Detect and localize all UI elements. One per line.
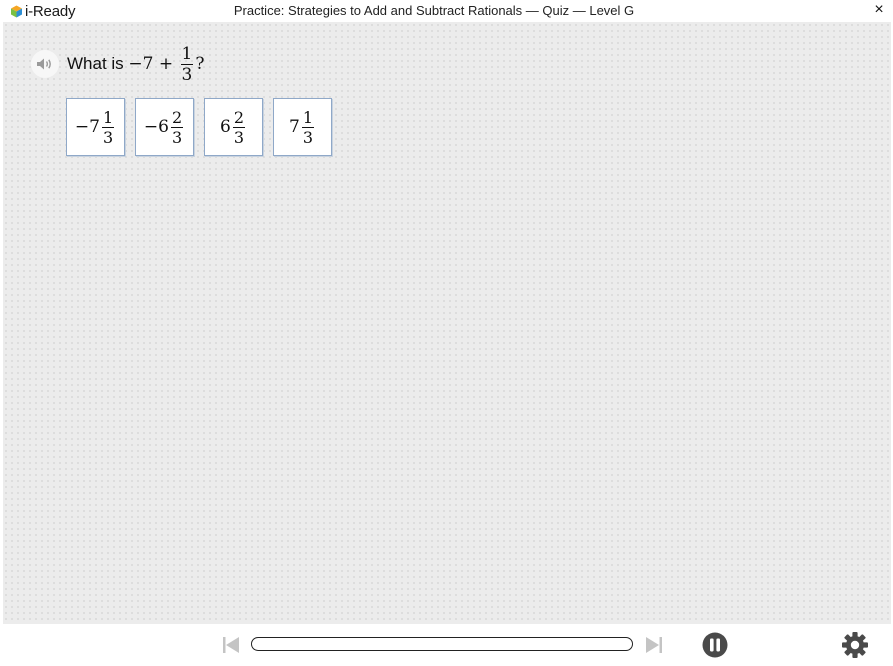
question-suffix: ? [195,54,205,74]
answer-choice-4[interactable]: 7 1 3 [273,98,332,156]
gear-icon[interactable] [841,631,869,659]
progress-bar [251,637,633,651]
skip-forward-icon[interactable] [644,635,664,655]
answer-fraction: 2 3 [170,107,184,147]
answer-fraction: 2 3 [232,107,245,147]
audio-button[interactable] [31,50,59,78]
answer-choice-3[interactable]: 6 2 3 [204,98,263,156]
fraction-numerator: 2 [233,107,244,127]
fraction-numerator: 1 [302,107,313,127]
answer-whole: −6 [143,117,169,137]
quiz-stage: What is −7 + 1 3 ? −7 1 3 −6 2 3 6 2 3 7… [3,22,891,624]
fraction-denominator: 3 [181,64,193,85]
answer-choice-2[interactable]: −6 2 3 [135,98,194,156]
question: What is −7 + 1 3 ? [31,40,204,88]
fraction-denominator: 3 [302,127,313,147]
close-button[interactable]: × [871,1,887,19]
question-prefix: What is [67,54,129,73]
question-text: What is −7 + 1 3 ? [67,44,204,85]
skip-back-icon[interactable] [221,635,241,655]
answer-whole: −7 [74,117,100,137]
question-expression: −7 + [128,54,179,74]
fraction-denominator: 3 [171,127,183,147]
window-title: Practice: Strategies to Add and Subtract… [233,3,635,18]
answer-choice-1[interactable]: −7 1 3 [66,98,125,156]
title-bar: i-Ready Practice: Strategies to Add and … [0,0,893,22]
fraction-denominator: 3 [233,127,244,147]
answer-fraction: 1 3 [301,107,314,147]
answer-fraction: 1 3 [101,107,115,147]
player-controls [0,624,893,666]
fraction-denominator: 3 [102,127,114,147]
close-icon: × [874,1,884,18]
fraction-numerator: 1 [102,107,114,127]
pause-icon[interactable] [702,632,728,658]
answer-whole: 7 [288,117,300,137]
fraction-numerator: 1 [181,43,193,64]
speaker-icon [37,58,51,70]
fraction-numerator: 2 [171,107,183,127]
question-fraction: 1 3 [180,43,194,85]
answer-whole: 6 [219,117,231,137]
answer-choices: −7 1 3 −6 2 3 6 2 3 7 1 3 [66,98,342,156]
